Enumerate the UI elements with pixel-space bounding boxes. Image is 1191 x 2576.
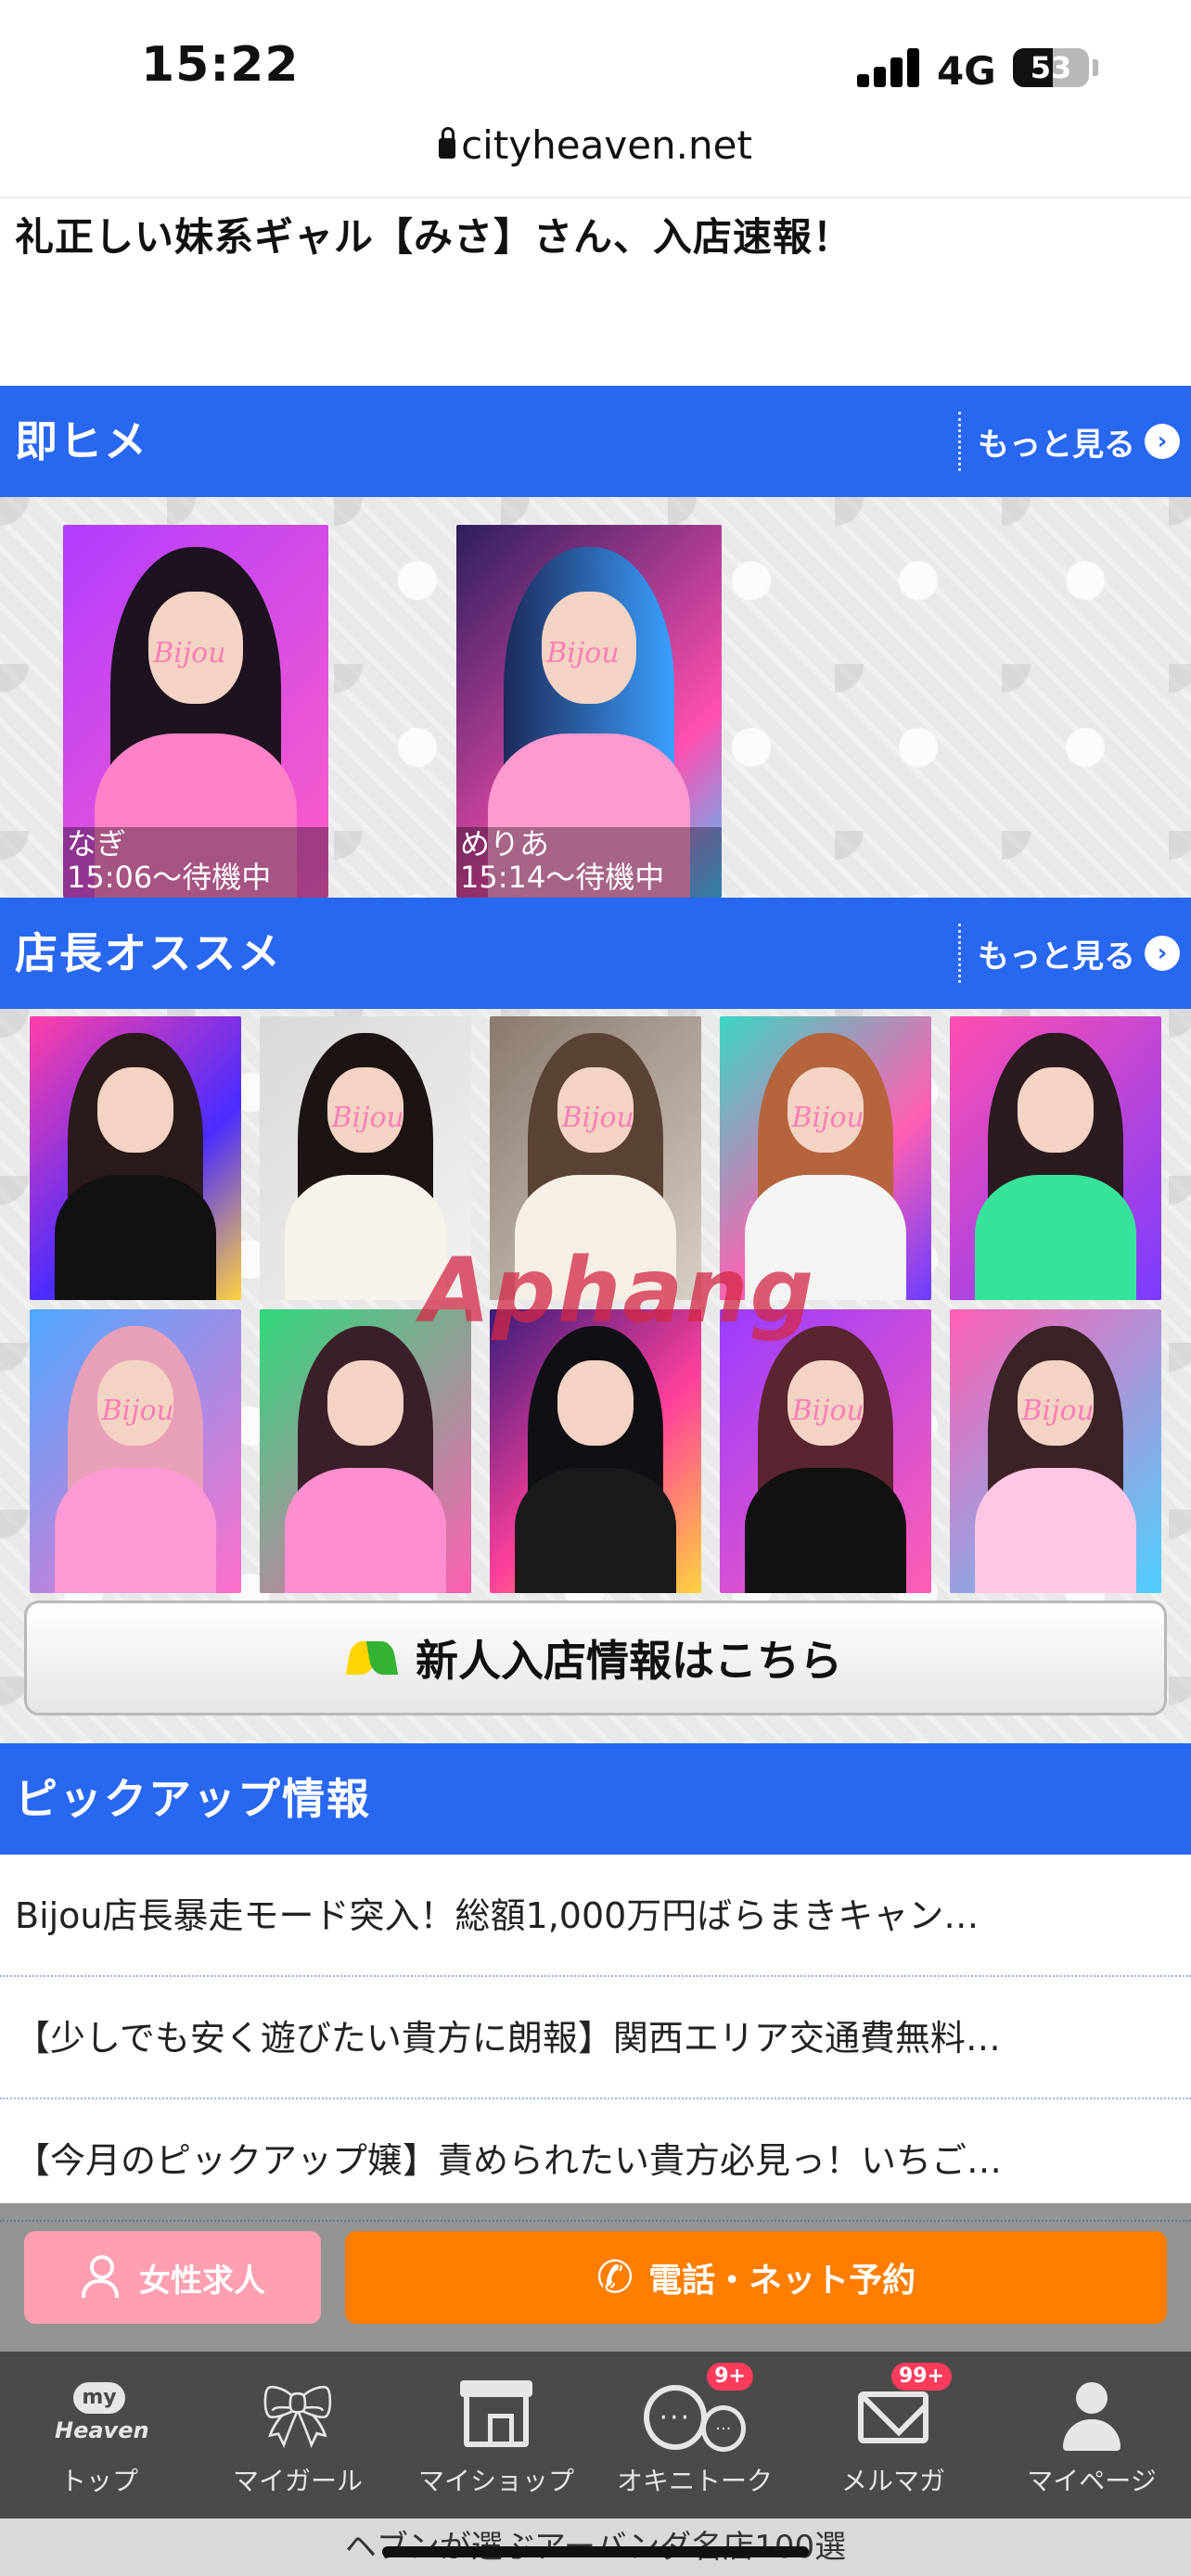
girl-photo (950, 1016, 1161, 1300)
chevron-right-icon: › (1145, 424, 1180, 459)
clock: 15:22 (141, 37, 300, 93)
news-headline[interactable]: 礼正しい妹系ギャル【みさ】さん、入店速報！ (15, 206, 852, 262)
section-title: 店長オススメ (15, 928, 282, 978)
more-label: もっと見る (978, 426, 1135, 464)
notification-badge: 9+ (707, 2363, 753, 2391)
url-text: cityheaven.net (461, 122, 752, 168)
shop-icon (460, 2380, 532, 2447)
my-heaven-pill: my (73, 2382, 125, 2414)
tab-label: オキニトーク (616, 2466, 773, 2496)
list-item[interactable]: 【少しでも安く遊びたい貴方に朗報】関西エリア交通費無料… (0, 1977, 1191, 2099)
phone-icon: ✆ (596, 2251, 634, 2303)
watermark-text: Bijou (561, 1101, 634, 1134)
tab-label: マイショップ (417, 2466, 574, 2496)
pickup-list: Bijou店長暴走モード突入！総額1,000万円ばらまきキャン… 【少しでも安く… (0, 1855, 1191, 2222)
chevron-right-icon: › (1145, 936, 1180, 971)
my-heaven-icon: my Heaven (55, 2382, 149, 2453)
watermark-text: Bijou (331, 1101, 404, 1134)
tab-label: トップ (59, 2466, 138, 2496)
watermark-text: Bijou (791, 1101, 864, 1134)
tab-my-girl[interactable]: 🎀︎ マイガール (198, 2352, 397, 2519)
tab-bar: my Heaven トップ 🎀︎ マイガール マイショップ ··· ··· 9+… (0, 2352, 1191, 2519)
girl-thumb[interactable]: Bijou (950, 1309, 1161, 1593)
tab-my-shop[interactable]: マイショップ (397, 2352, 596, 2519)
home-indicator (382, 2546, 809, 2557)
girl-card[interactable]: Bijou なぎ 15:06〜待機中 (63, 525, 328, 898)
beginner-leaf-icon (349, 1638, 399, 1678)
girl-thumb[interactable] (30, 1016, 241, 1300)
girl-photo (720, 1309, 931, 1593)
tab-label: マイページ (1027, 2466, 1157, 2496)
address-bar[interactable]: cityheaven.net (0, 122, 1191, 168)
user-icon (1059, 2382, 1124, 2453)
new-arrival-button[interactable]: 新人入店情報はこちら (24, 1600, 1167, 1715)
section-title: ピックアップ情報 (15, 1774, 371, 1824)
girl-photo (260, 1309, 471, 1593)
section-header-recommend: 店長オススメ もっと見る › (0, 898, 1191, 1009)
girl-name: めりあ (460, 826, 550, 861)
watermark-text: Bijou (1021, 1394, 1095, 1427)
battery-icon: 53 (1013, 48, 1089, 87)
girl-thumb[interactable]: Bijou (30, 1309, 241, 1593)
girl-card[interactable]: Bijou めりあ 15:14〜待機中 (456, 525, 722, 898)
chat-bubble-icon: ··· (700, 2405, 746, 2452)
mail-icon (858, 2391, 928, 2443)
girl-thumb[interactable] (950, 1016, 1161, 1300)
watermark-text: Bijou (791, 1394, 864, 1427)
divider (0, 197, 1191, 198)
more-link-recommend[interactable]: もっと見る › (958, 924, 1180, 983)
girl-caption: めりあ 15:14〜待機中 (456, 827, 722, 898)
section-header-pickup: ピックアップ情報 (0, 1743, 1191, 1855)
status-bar: 15:22 4G 53 cityheaven.net (0, 0, 1191, 168)
watermark-text: Bijou (101, 1394, 174, 1427)
girl-thumb[interactable]: Bijou (720, 1309, 931, 1593)
chat-icon: ··· (644, 2385, 707, 2450)
girl-photo (30, 1309, 241, 1593)
action-bar: 女性求人 ✆ 電話・ネット予約 (0, 2203, 1191, 2352)
girl-thumb[interactable] (260, 1309, 471, 1593)
section-header-instant: 即ヒメ もっと見る › (0, 386, 1191, 497)
girl-thumb[interactable] (490, 1309, 701, 1593)
bow-icon: 🎀︎ (259, 2381, 337, 2453)
my-heaven-word: Heaven (55, 2417, 149, 2443)
girl-photo (490, 1309, 701, 1593)
brand-overlay-watermark: Aphang (421, 1239, 816, 1343)
girl-photo (950, 1309, 1161, 1593)
network-type: 4G (937, 48, 996, 94)
more-label: もっと見る (978, 937, 1135, 976)
section-title: 即ヒメ (15, 416, 148, 466)
lock-icon (439, 126, 456, 159)
list-item[interactable]: Bijou店長暴走モード突入！総額1,000万円ばらまきキャン… (0, 1855, 1191, 1977)
battery-tip (1093, 59, 1098, 76)
girl-caption: なぎ 15:06〜待機中 (63, 827, 328, 898)
recruit-button[interactable]: 女性求人 (24, 2231, 321, 2324)
person-icon (80, 2255, 121, 2300)
signal-icon (857, 48, 920, 87)
notification-badge: 99+ (890, 2363, 952, 2391)
watermark-text: Bijou (153, 636, 226, 670)
tab-label: マイガール (232, 2466, 363, 2496)
girl-status: 15:14〜待機中 (460, 860, 665, 895)
battery-level: 53 (1030, 50, 1072, 85)
tab-my-page[interactable]: マイページ (992, 2352, 1191, 2519)
more-link-instant[interactable]: もっと見る › (958, 412, 1180, 471)
tab-newsletter[interactable]: 99+ メルマガ (794, 2352, 992, 2519)
girl-name: なぎ (67, 826, 127, 861)
girl-status: 15:06〜待機中 (67, 860, 272, 895)
tab-label: メルマガ (840, 2466, 945, 2496)
recruit-label: 女性求人 (139, 2262, 265, 2300)
tab-okini-talk[interactable]: ··· ··· 9+ オキニトーク (596, 2352, 794, 2519)
girl-photo (30, 1016, 241, 1300)
instant-area: Bijou なぎ 15:06〜待機中 Bijou めりあ 15:14〜待機中 (0, 497, 1191, 898)
reserve-label: 電話・ネット予約 (648, 2262, 916, 2300)
reserve-button[interactable]: ✆ 電話・ネット予約 (345, 2231, 1167, 2324)
watermark-text: Bijou (546, 636, 620, 670)
tab-top[interactable]: my Heaven トップ (0, 2352, 198, 2519)
new-arrival-label: 新人入店情報はこちら (416, 1636, 842, 1686)
